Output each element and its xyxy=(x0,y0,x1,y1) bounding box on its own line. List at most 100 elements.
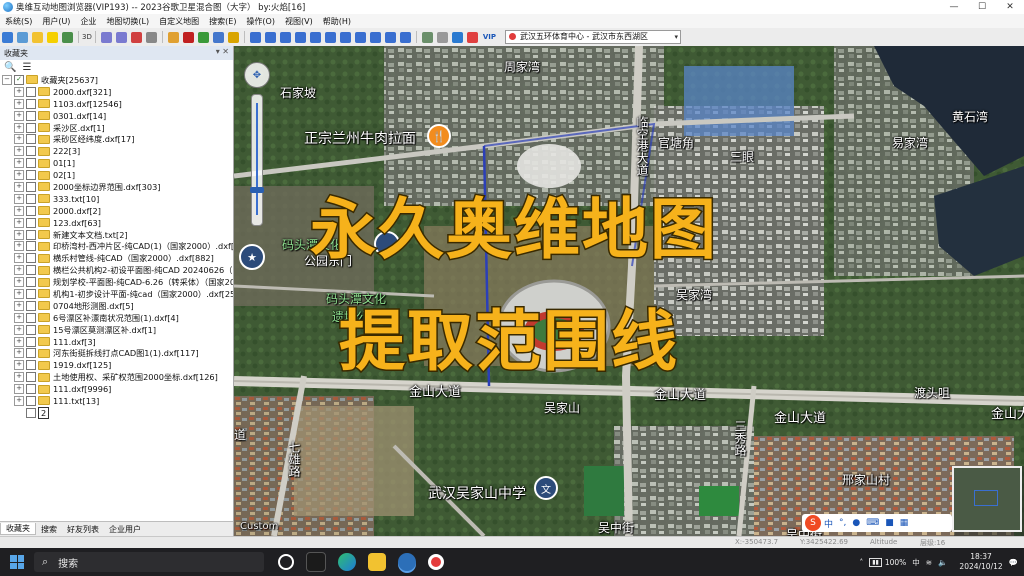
tree-item[interactable]: + 河东街挺拆线打点CAD图1(1).dxf[117] xyxy=(2,347,233,359)
expand-icon[interactable]: + xyxy=(14,217,24,228)
tree-root[interactable]: − ✓ 收藏夹[25637] xyxy=(2,74,233,86)
print-icon[interactable] xyxy=(17,31,28,43)
checkbox[interactable] xyxy=(26,265,36,276)
checkbox[interactable] xyxy=(26,407,36,418)
grid-icon[interactable] xyxy=(354,31,366,43)
expand-icon[interactable]: + xyxy=(14,300,24,311)
tools-icon[interactable]: ▦ xyxy=(900,518,909,528)
keyboard-icon[interactable]: ⌨ xyxy=(866,518,879,528)
checkbox[interactable] xyxy=(26,122,36,133)
expand-icon[interactable]: + xyxy=(14,98,24,109)
tree-item[interactable]: +02[1] xyxy=(2,169,233,181)
mini-map[interactable] xyxy=(952,466,1022,532)
favorite-marker-icon[interactable]: ★ xyxy=(239,244,265,270)
expand-icon[interactable]: + xyxy=(14,312,24,323)
collapse-icon[interactable]: − xyxy=(2,74,12,85)
expand-icon[interactable]: + xyxy=(14,205,24,216)
tree-item[interactable]: +1103.dxf[12546] xyxy=(2,98,233,110)
checkbox[interactable] xyxy=(26,146,36,157)
tree-item[interactable]: +15号漂区莫测漂区补.dxf[1] xyxy=(2,324,233,336)
transform-icon[interactable] xyxy=(384,31,396,43)
expand-icon[interactable]: + xyxy=(14,288,24,299)
checkbox[interactable] xyxy=(26,372,36,383)
expand-icon[interactable]: + xyxy=(14,265,24,276)
copy-icon[interactable] xyxy=(369,31,381,43)
checkbox[interactable] xyxy=(26,241,36,252)
tag-icon[interactable] xyxy=(197,31,209,43)
tree-item[interactable]: +2000.dxf[2] xyxy=(2,205,233,217)
vip-button[interactable]: VIP xyxy=(483,33,496,41)
text-icon[interactable] xyxy=(212,31,224,43)
tree-item[interactable]: + 印桥湾村-西冲片区-纯CAD(1)（国家2000）.dxf[2 xyxy=(2,240,233,252)
expand-icon[interactable]: + xyxy=(14,170,24,181)
polygon-icon[interactable] xyxy=(309,31,321,43)
tree-item[interactable]: + 新建文本文档.txt[2] xyxy=(2,229,233,241)
clock[interactable]: 18:37 2024/10/12 xyxy=(959,552,1002,572)
checkbox[interactable] xyxy=(26,98,36,109)
polyline-icon[interactable] xyxy=(264,31,276,43)
checkbox[interactable] xyxy=(26,360,36,371)
expand-icon[interactable]: + xyxy=(14,384,24,395)
menu-help[interactable]: 帮助(H) xyxy=(318,16,356,27)
expand-icon[interactable]: + xyxy=(14,360,24,371)
building-marker-icon[interactable] xyxy=(374,231,400,257)
multitask-icon[interactable] xyxy=(306,552,326,572)
checkbox[interactable] xyxy=(26,336,36,347)
search-icon[interactable]: 🔍 xyxy=(4,62,16,73)
checkbox[interactable] xyxy=(26,300,36,311)
tree-item[interactable]: +01[1] xyxy=(2,157,233,169)
tree-item[interactable]: +111.dxf[3] xyxy=(2,336,233,348)
expand-icon[interactable]: + xyxy=(14,122,24,133)
menu-enterprise[interactable]: 企业 xyxy=(75,16,101,27)
checkbox[interactable] xyxy=(26,229,36,240)
delete-icon[interactable] xyxy=(130,31,142,43)
map-view[interactable]: ✥ ★ 🍴 文 石家坡 周家湾 正宗兰州牛肉拉面 临空港大道 官塘角 易家湾 三眼 黄石湾 码头… xyxy=(234,46,1024,536)
edit-icon[interactable] xyxy=(399,31,411,43)
close-button[interactable]: ✕ xyxy=(996,0,1024,14)
expand-icon[interactable]: + xyxy=(14,395,24,406)
tree-item[interactable]: +333.txt[10] xyxy=(2,193,233,205)
tree-item[interactable]: + 机构1-初步设计平面-纯cad（国家2000）.dxf[259 xyxy=(2,288,233,300)
chevron-down-icon[interactable]: ▾ xyxy=(674,31,678,43)
volume-icon[interactable]: 🔈 xyxy=(938,558,947,567)
expand-icon[interactable]: + xyxy=(14,110,24,121)
expand-icon[interactable]: + xyxy=(14,348,24,359)
file-explorer-icon[interactable] xyxy=(368,553,386,571)
mode-3d-button[interactable]: 3D xyxy=(82,33,92,41)
bulb-icon[interactable] xyxy=(227,31,239,43)
expand-icon[interactable]: + xyxy=(14,253,24,264)
expand-icon[interactable]: + xyxy=(14,181,24,192)
edge-browser-icon[interactable] xyxy=(338,553,356,571)
expand-icon[interactable]: + xyxy=(14,324,24,335)
checkbox[interactable]: ✓ xyxy=(14,74,24,85)
expand-icon[interactable]: + xyxy=(14,241,24,252)
checkbox[interactable] xyxy=(26,217,36,228)
tree-view-icon[interactable]: ☰ xyxy=(22,62,31,73)
save-icon[interactable] xyxy=(2,31,13,43)
expand-icon[interactable]: + xyxy=(14,158,24,169)
expand-icon[interactable]: + xyxy=(14,134,24,145)
ime-indicator[interactable]: 中 xyxy=(912,557,920,568)
zoom-handle[interactable] xyxy=(250,187,264,193)
checkbox[interactable] xyxy=(26,277,36,288)
tree-item[interactable]: + 横栏公共机构2-初设平面图-纯CAD 20240626（国 xyxy=(2,264,233,276)
expand-icon[interactable]: + xyxy=(14,229,24,240)
tree-item[interactable]: + 横乐村管线-纯CAD（国家2000）.dxf[882] xyxy=(2,252,233,264)
tree-item[interactable]: +111.txt[13] xyxy=(2,395,233,407)
checkbox[interactable] xyxy=(26,312,36,323)
restaurant-icon[interactable]: 🍴 xyxy=(427,124,451,148)
ime-toolbar[interactable]: S 中 °, ● ⌨ ■ ▦ xyxy=(802,514,952,532)
tree-item[interactable]: + 采砂区经纬度.dxf[17] xyxy=(2,133,233,145)
tab-friends[interactable]: 好友列表 xyxy=(62,524,104,535)
compass-icon[interactable]: ✥ xyxy=(244,62,270,88)
route-icon[interactable] xyxy=(279,31,291,43)
expand-icon[interactable]: + xyxy=(14,372,24,383)
checkbox[interactable] xyxy=(26,384,36,395)
minimize-button[interactable]: — xyxy=(940,0,968,14)
globe-icon[interactable] xyxy=(451,31,463,43)
zoom-slider[interactable] xyxy=(250,94,264,226)
expand-icon[interactable]: + xyxy=(14,277,24,288)
measure-icon[interactable] xyxy=(294,31,306,43)
task-view-icon[interactable] xyxy=(278,554,294,570)
checkbox[interactable] xyxy=(26,288,36,299)
